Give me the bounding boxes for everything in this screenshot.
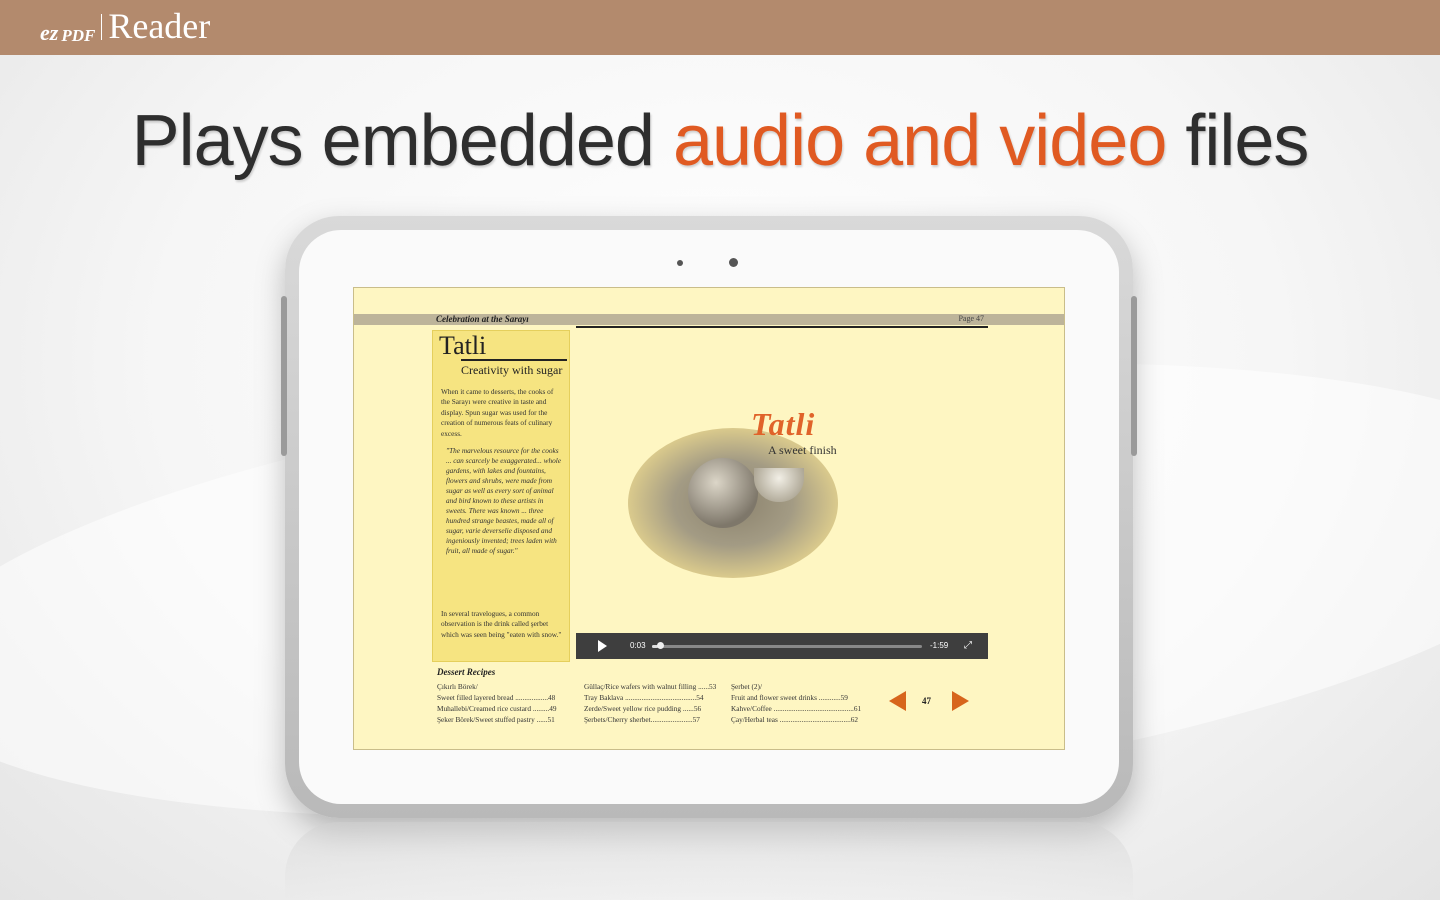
- panel-title: Tatli: [439, 331, 487, 360]
- recipe-item: Şerbets/Cherry sherbet..................…: [584, 715, 700, 724]
- recipe-item: Çıkırlı Börek/: [437, 682, 478, 691]
- recipe-item: Muhallebi/Creamed rice custard .........…: [437, 704, 557, 713]
- page-header-bar: Celebration at the Sarayı Page 47: [354, 314, 1064, 325]
- headline-accent: audio and video: [672, 101, 1167, 181]
- tatli-sidebar-panel: Tatli Creativity with sugar When it came…: [432, 330, 570, 662]
- panel-quote-text: "The marvelous resource for the cooks ..…: [446, 446, 562, 555]
- panel-subtitle: Creativity with sugar: [461, 363, 563, 377]
- video-seek-bar[interactable]: [652, 642, 922, 649]
- video-current-time: 0:03: [630, 641, 646, 650]
- brand-pdf: PDF: [61, 26, 96, 45]
- recipes-column-1: Çıkırlı Börek/ Sweet filled layered brea…: [437, 681, 557, 725]
- headline-part1: Plays embedded: [131, 101, 673, 181]
- tablet-sensor: [677, 260, 683, 266]
- video-title: Tatli: [751, 406, 816, 442]
- page-header-title: Celebration at the Sarayı: [436, 314, 529, 324]
- headline-part2: files: [1166, 101, 1309, 181]
- page-number: 47: [922, 696, 931, 706]
- fullscreen-icon[interactable]: ⤢: [964, 641, 974, 651]
- recipe-item: Zerde/Sweet yellow rice pudding ......56: [584, 704, 702, 713]
- headline: Plays embedded audio and video files: [0, 100, 1440, 182]
- play-icon[interactable]: [598, 640, 607, 652]
- recipe-item: Fruit and flower sweet drinks ..........…: [731, 693, 848, 702]
- ezpdf-reader-logo: ez PDF Reader: [40, 6, 210, 46]
- recipe-item: Sweet filled layered bread .............…: [437, 693, 556, 702]
- video-controls-bar: 0:03 -1:59 ⤢: [576, 633, 988, 659]
- recipe-item: Tray Baklava ...........................…: [584, 693, 704, 702]
- pdf-page-view[interactable]: Celebration at the Sarayı Page 47 Tatli …: [353, 287, 1065, 750]
- recipe-item: Şeker Börek/Sweet stuffed pastry ......5…: [437, 715, 555, 724]
- panel-divider: [461, 359, 567, 361]
- recipe-item: Kahve/Coffee ...........................…: [731, 704, 862, 713]
- recipe-item: Çay/Herbal teas ........................…: [731, 715, 859, 724]
- recipe-item: Güllaç/Rice wafers with walnut filling .…: [584, 682, 717, 691]
- recipes-title: Dessert Recipes: [437, 667, 496, 677]
- video-seek-handle[interactable]: [657, 642, 665, 649]
- panel-intro-text: When it came to desserts, the cooks of t…: [441, 387, 554, 438]
- panel-outro-text: In several travelogues, a common observa…: [441, 609, 562, 639]
- next-page-arrow-icon[interactable]: [952, 691, 969, 711]
- video-subtitle: A sweet finish: [768, 443, 837, 457]
- video-thumbnail-pot: [688, 458, 758, 528]
- previous-page-arrow-icon[interactable]: [889, 691, 906, 711]
- recipe-item: Şerbet (2)/: [731, 682, 763, 691]
- app-header-bar: ez PDF Reader: [0, 0, 1440, 55]
- recipes-column-2: Güllaç/Rice wafers with walnut filling .…: [584, 681, 716, 725]
- recipes-column-3: Şerbet (2)/ Fruit and flower sweet drink…: [731, 681, 861, 725]
- tablet-reflection: [285, 822, 1133, 900]
- brand-separator: [101, 14, 103, 40]
- brand-ez: ez: [40, 20, 59, 45]
- tablet-side-button-left: [281, 296, 287, 456]
- tablet-side-button-right: [1131, 296, 1137, 456]
- tablet-camera: [729, 258, 738, 267]
- page-header-page: Page 47: [958, 314, 984, 323]
- video-remaining-time: -1:59: [930, 641, 949, 650]
- embedded-video-player[interactable]: Tatli A sweet finish 0:03 -1:59 ⤢: [576, 326, 988, 661]
- brand-reader: Reader: [108, 6, 211, 46]
